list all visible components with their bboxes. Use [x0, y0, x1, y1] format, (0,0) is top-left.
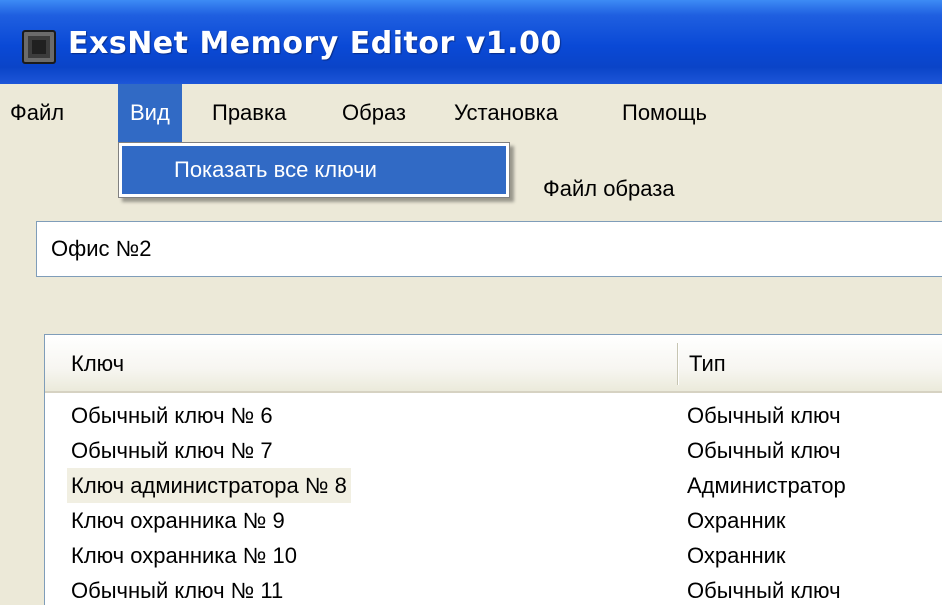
row-key: Ключ охранника № 9	[71, 508, 285, 533]
column-divider[interactable]	[677, 343, 679, 385]
menu-bar: Файл Вид Правка Образ Установка Помощь	[0, 84, 942, 142]
image-file-field[interactable]: Офис №2	[36, 221, 942, 277]
menu-settings[interactable]: Установка	[454, 84, 558, 142]
row-key: Ключ охранника № 10	[71, 543, 297, 568]
row-type: Обычный ключ	[687, 403, 841, 428]
memory-chip-icon	[22, 30, 56, 64]
list-header: Ключ Тип	[45, 335, 942, 393]
list-row[interactable]: Ключ охранника № 10 Охранник	[45, 538, 942, 573]
list-row-selected[interactable]: Ключ администратора № 8 Администратор	[45, 468, 942, 503]
row-key: Обычный ключ № 11	[71, 578, 284, 603]
column-header-type[interactable]: Тип	[689, 335, 726, 391]
row-key: Обычный ключ № 6	[71, 403, 273, 428]
column-header-key[interactable]: Ключ	[71, 335, 124, 391]
list-row[interactable]: Обычный ключ № 7 Обычный ключ	[45, 433, 942, 468]
menu-file[interactable]: Файл	[4, 84, 70, 142]
title-bar[interactable]: ExsNet Memory Editor v1.00	[0, 0, 942, 84]
list-row[interactable]: Обычный ключ № 11 Обычный ключ	[45, 573, 942, 605]
menu-help[interactable]: Помощь	[622, 84, 707, 142]
menu-image[interactable]: Образ	[342, 84, 406, 142]
image-file-label: Файл образа	[543, 176, 675, 201]
list-row[interactable]: Ключ охранника № 9 Охранник	[45, 503, 942, 538]
row-key: Ключ администратора № 8	[67, 468, 351, 503]
row-key: Обычный ключ № 7	[71, 438, 273, 463]
row-type: Обычный ключ	[687, 578, 841, 603]
view-menu-dropdown: Показать все ключи	[118, 142, 510, 198]
menu-item-show-all-keys[interactable]: Показать все ключи	[122, 146, 506, 194]
menu-view[interactable]: Вид	[118, 84, 182, 142]
list-row[interactable]: Обычный ключ № 6 Обычный ключ	[45, 398, 942, 433]
row-type: Охранник	[687, 508, 786, 533]
row-type: Администратор	[687, 473, 846, 498]
row-type: Обычный ключ	[687, 438, 841, 463]
key-list[interactable]: Ключ Тип Обычный ключ № 6 Обычный ключ О…	[44, 334, 942, 605]
window-title: ExsNet Memory Editor v1.00	[68, 26, 562, 61]
menu-edit[interactable]: Правка	[212, 84, 286, 142]
row-type: Охранник	[687, 543, 786, 568]
